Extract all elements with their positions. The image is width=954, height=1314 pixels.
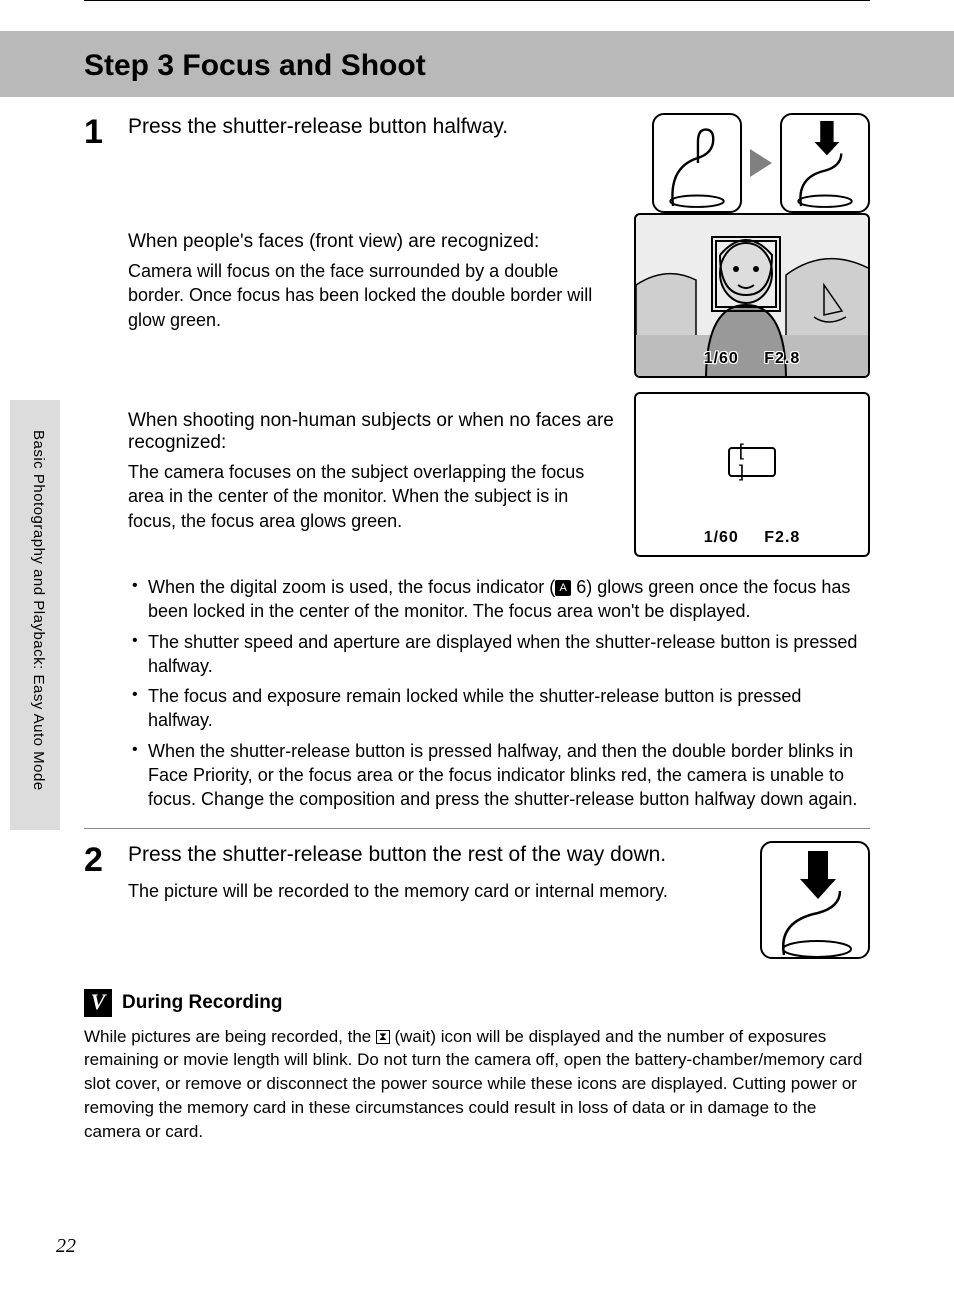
note-section: V During Recording While pictures are be… [84, 989, 870, 1144]
half-press-illustration [652, 113, 870, 213]
bullet-list: When the digital zoom is used, the focus… [128, 575, 870, 812]
side-section-label: Basic Photography and Playback: Easy Aut… [30, 430, 47, 791]
step-1: 1 Press the shutter-release button halfw… [84, 113, 870, 818]
list-item: When the shutter-release button is press… [128, 739, 870, 812]
note-checkmark-icon: V [84, 989, 112, 1017]
note-text-pre: While pictures are being recorded, the [84, 1027, 376, 1046]
page-number: 22 [56, 1235, 76, 1258]
step-2: 2 Press the shutter-release button the r… [84, 828, 870, 959]
row-no-face: When shooting non-human subjects or when… [128, 392, 870, 571]
para-nofaces: The camera focuses on the subject overla… [128, 460, 616, 533]
finger-half-press-down-icon [780, 113, 870, 213]
wait-icon: ⧗ [376, 1030, 390, 1044]
subheading-faces: When people's faces (front view) are rec… [128, 231, 616, 253]
finger-half-press-icon [652, 113, 742, 213]
finger-full-press-icon [760, 841, 870, 959]
shutter-speed: 1/60 [704, 350, 739, 367]
list-item: The shutter speed and aperture are displ… [128, 630, 870, 679]
lcd-center-focus: [ ] 1/60 F2.8 [634, 392, 870, 557]
row-face-recog: When people's faces (front view) are rec… [128, 213, 870, 392]
header-rule [84, 0, 870, 1]
step-heading: Press the shutter-release button the res… [128, 841, 742, 869]
lcd-readout: 1/60 F2.8 [636, 350, 868, 368]
step-body-text: The picture will be recorded to the memo… [128, 879, 742, 903]
row-heading: Press the shutter-release button halfway… [128, 113, 870, 213]
note-title: During Recording [122, 992, 282, 1014]
subheading-nofaces: When shooting non-human subjects or when… [128, 410, 616, 454]
lcd-face-priority: 1/60 F2.8 [634, 213, 870, 378]
lcd-readout: 1/60 F2.8 [636, 529, 868, 547]
step-number: 1 [84, 113, 128, 818]
aperture-value: F2.8 [764, 350, 800, 367]
shutter-speed: 1/60 [704, 529, 739, 546]
reference-icon: A [555, 580, 571, 596]
step-heading: Press the shutter-release button halfway… [128, 113, 634, 141]
note-body: While pictures are being recorded, the ⧗… [84, 1025, 870, 1144]
list-item: The focus and exposure remain locked whi… [128, 684, 870, 733]
step-body: Press the shutter-release button halfway… [128, 113, 870, 818]
list-item: When the digital zoom is used, the focus… [128, 575, 870, 624]
focus-brackets-icon: [ ] [728, 447, 776, 477]
para-faces: Camera will focus on the face surrounded… [128, 259, 616, 332]
arrow-right-icon [750, 149, 772, 177]
content-area: 1 Press the shutter-release button halfw… [0, 97, 954, 959]
aperture-value: F2.8 [764, 529, 800, 546]
note-header: V During Recording [84, 989, 870, 1017]
bullet-text-pre: When the digital zoom is used, the focus… [148, 577, 555, 597]
page-title: Step 3 Focus and Shoot [84, 49, 954, 83]
step-number: 2 [84, 841, 128, 959]
header-bar: Step 3 Focus and Shoot [0, 31, 954, 97]
